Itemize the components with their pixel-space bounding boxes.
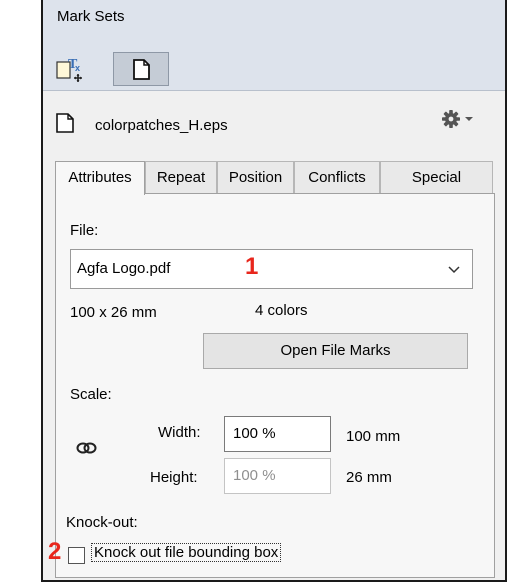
width-input[interactable]: 100 % [224,416,331,452]
settings-menu-button[interactable] [441,108,481,130]
tab-special[interactable]: Special [380,161,493,193]
height-input[interactable]: 100 % [224,458,331,494]
file-dimensions: 100 x 26 mm [70,304,157,321]
tab-position[interactable]: Position [217,161,294,193]
gear-icon [442,110,473,128]
svg-text:x: x [75,63,80,73]
height-label: Height: [150,469,198,486]
panel-title: Mark Sets [57,8,125,25]
file-label: File: [70,222,99,239]
document-icon [55,112,75,138]
knockout-label: Knock-out: [66,514,138,531]
tab-repeat[interactable]: Repeat [145,161,217,193]
mark-sets-panel: Mark Sets T x colorpatches_H.eps Attribu… [41,0,507,582]
panel-header: Mark Sets T x [43,0,505,91]
file-colors: 4 colors [255,302,308,319]
knockout-checkbox-label[interactable]: Knock out file bounding box [90,543,282,562]
add-text-mark-button[interactable]: T x [53,52,91,86]
knockout-checkbox[interactable] [68,547,85,564]
link-proportions-button[interactable] [76,440,98,456]
add-text-mark-icon: T x [56,57,82,82]
file-select[interactable]: Agfa Logo.pdf [70,249,473,289]
annotation-2: 2 [48,538,62,565]
chevron-down-icon [448,266,460,274]
annotation-1: 1 [245,253,259,280]
open-file-marks-button[interactable]: Open File Marks [203,333,468,369]
chevron-down-icon [465,117,473,121]
file-select-value: Agfa Logo.pdf [77,260,171,277]
tab-conflicts[interactable]: Conflicts [294,161,380,193]
tab-attributes[interactable]: Attributes [55,161,145,195]
mark-file-name: colorpatches_H.eps [95,117,228,134]
file-mark-icon [133,59,150,80]
width-label: Width: [158,424,201,441]
scale-label: Scale: [70,386,112,403]
file-mark-button[interactable] [113,52,169,86]
width-mm: 100 mm [346,428,401,445]
height-mm: 26 mm [346,469,392,486]
link-icon [76,442,97,454]
